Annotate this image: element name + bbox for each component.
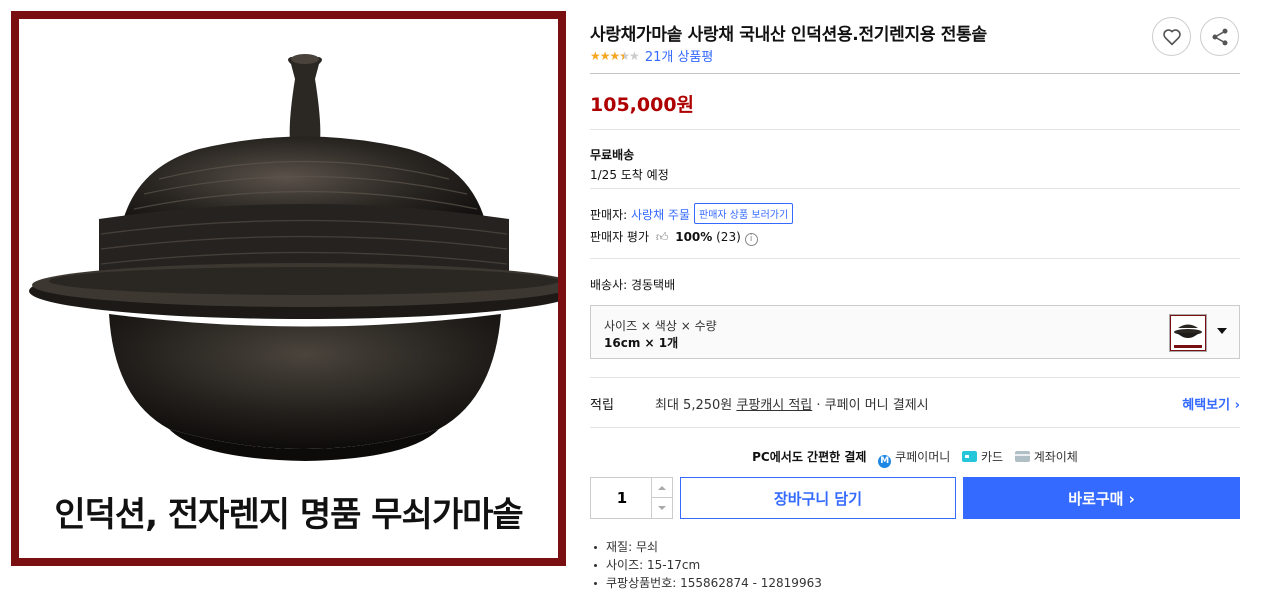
card-label: 카드: [980, 450, 1004, 464]
share-icon: [1212, 28, 1227, 45]
image-caption: 인덕션, 전자렌지 명품 무쇠가마솥: [54, 495, 523, 535]
shipping-type: 무료배송: [590, 148, 635, 162]
product-details-list: 재질: 무쇠 사이즈: 15-17cm 쿠팡상품번호: 155862874 - …: [590, 538, 822, 592]
option-selector[interactable]: 사이즈 × 색상 × 수량 16cm × 1개: [590, 305, 1240, 359]
seller-name-link[interactable]: 사랑채 주물: [631, 208, 690, 222]
review-count-link[interactable]: 21개 상품평: [645, 46, 714, 65]
share-button[interactable]: [1200, 17, 1239, 56]
courier: 배송사: 경동택배: [590, 278, 676, 292]
seller-rating-count: (23): [716, 230, 741, 244]
coupay-icon: M: [878, 455, 892, 468]
list-item: 사이즈: 15-17cm: [590, 556, 822, 574]
seller-rating-label: 판매자 평가: [590, 230, 650, 244]
rewards-amount: 최대 5,250원: [655, 398, 737, 413]
list-item: 쿠팡상품번호: 155862874 - 12819963: [590, 574, 822, 592]
divider: [590, 427, 1240, 428]
add-to-cart-button[interactable]: 장바구니 담기: [680, 477, 956, 519]
option-thumbnail: [1169, 314, 1207, 352]
seller-row: 판매자: 사랑채 주물 판매자 상품 보러가기: [590, 203, 794, 225]
bank-label: 계좌이체: [1033, 450, 1078, 464]
seller-products-button[interactable]: 판매자 상품 보러가기: [694, 203, 794, 224]
payment-heading: PC에서도 간편한 결제: [752, 450, 867, 464]
option-label: 사이즈 × 색상 × 수량: [604, 319, 717, 333]
product-image[interactable]: 인덕션, 전자렌지 명품 무쇠가마솥: [11, 11, 566, 566]
quantity-input[interactable]: [591, 478, 653, 518]
option-value: 16cm × 1개: [604, 336, 679, 350]
payment-methods: PC에서도 간편한 결제 M 쿠페이머니 카드 계좌이체: [590, 448, 1240, 468]
product-price: 105,000원: [590, 94, 695, 116]
thumbs-up-icon: 👍︎: [655, 230, 669, 244]
quantity-decrease-button[interactable]: [651, 498, 672, 518]
buy-now-button[interactable]: 바로구매 ›: [963, 477, 1240, 519]
rating-row: ★★★★★★ 21개 상품평: [590, 46, 714, 66]
coupay-label: 쿠페이머니: [895, 450, 951, 464]
benefit-view-link[interactable]: 혜택보기 ›: [1182, 394, 1240, 413]
divider: [590, 377, 1240, 378]
card-icon: [962, 451, 978, 462]
caret-down-icon: [658, 506, 666, 510]
product-image-inner: 인덕션, 전자렌지 명품 무쇠가마솥: [19, 19, 558, 558]
seller-rating-percent: 100%: [675, 230, 713, 244]
rewards-condition: · 쿠페이 머니 결제시: [812, 398, 929, 413]
divider: [590, 188, 1240, 189]
info-icon[interactable]: i: [744, 233, 758, 246]
chevron-down-icon: [1217, 328, 1227, 334]
rewards-text: 최대 5,250원 쿠팡캐시 적립 · 쿠페이 머니 결제시: [655, 394, 929, 413]
quantity-stepper: [590, 477, 673, 519]
divider: [590, 73, 1240, 74]
divider: [590, 129, 1240, 130]
coupang-cash-link[interactable]: 쿠팡캐시 적립: [736, 398, 812, 413]
list-item: 재질: 무쇠: [590, 538, 822, 556]
bank-transfer-icon: [1014, 451, 1030, 462]
star-rating-icon: ★★★★★★: [590, 48, 640, 63]
divider: [590, 258, 1240, 259]
seller-label: 판매자:: [590, 208, 628, 222]
wishlist-button[interactable]: [1152, 17, 1191, 56]
product-title: 사랑채가마솥 사랑채 국내산 인덕션용.전기렌지용 전통솥: [590, 25, 987, 45]
arrival-date: 1/25 도착 예정: [590, 168, 669, 182]
quantity-increase-button[interactable]: [651, 478, 672, 498]
caret-up-icon: [658, 485, 666, 490]
heart-icon: [1162, 28, 1181, 45]
rewards-label: 적립: [590, 398, 614, 413]
pot-illustration: [29, 54, 558, 461]
seller-rating-row: 판매자 평가 👍︎ 100% (23) i: [590, 228, 758, 246]
